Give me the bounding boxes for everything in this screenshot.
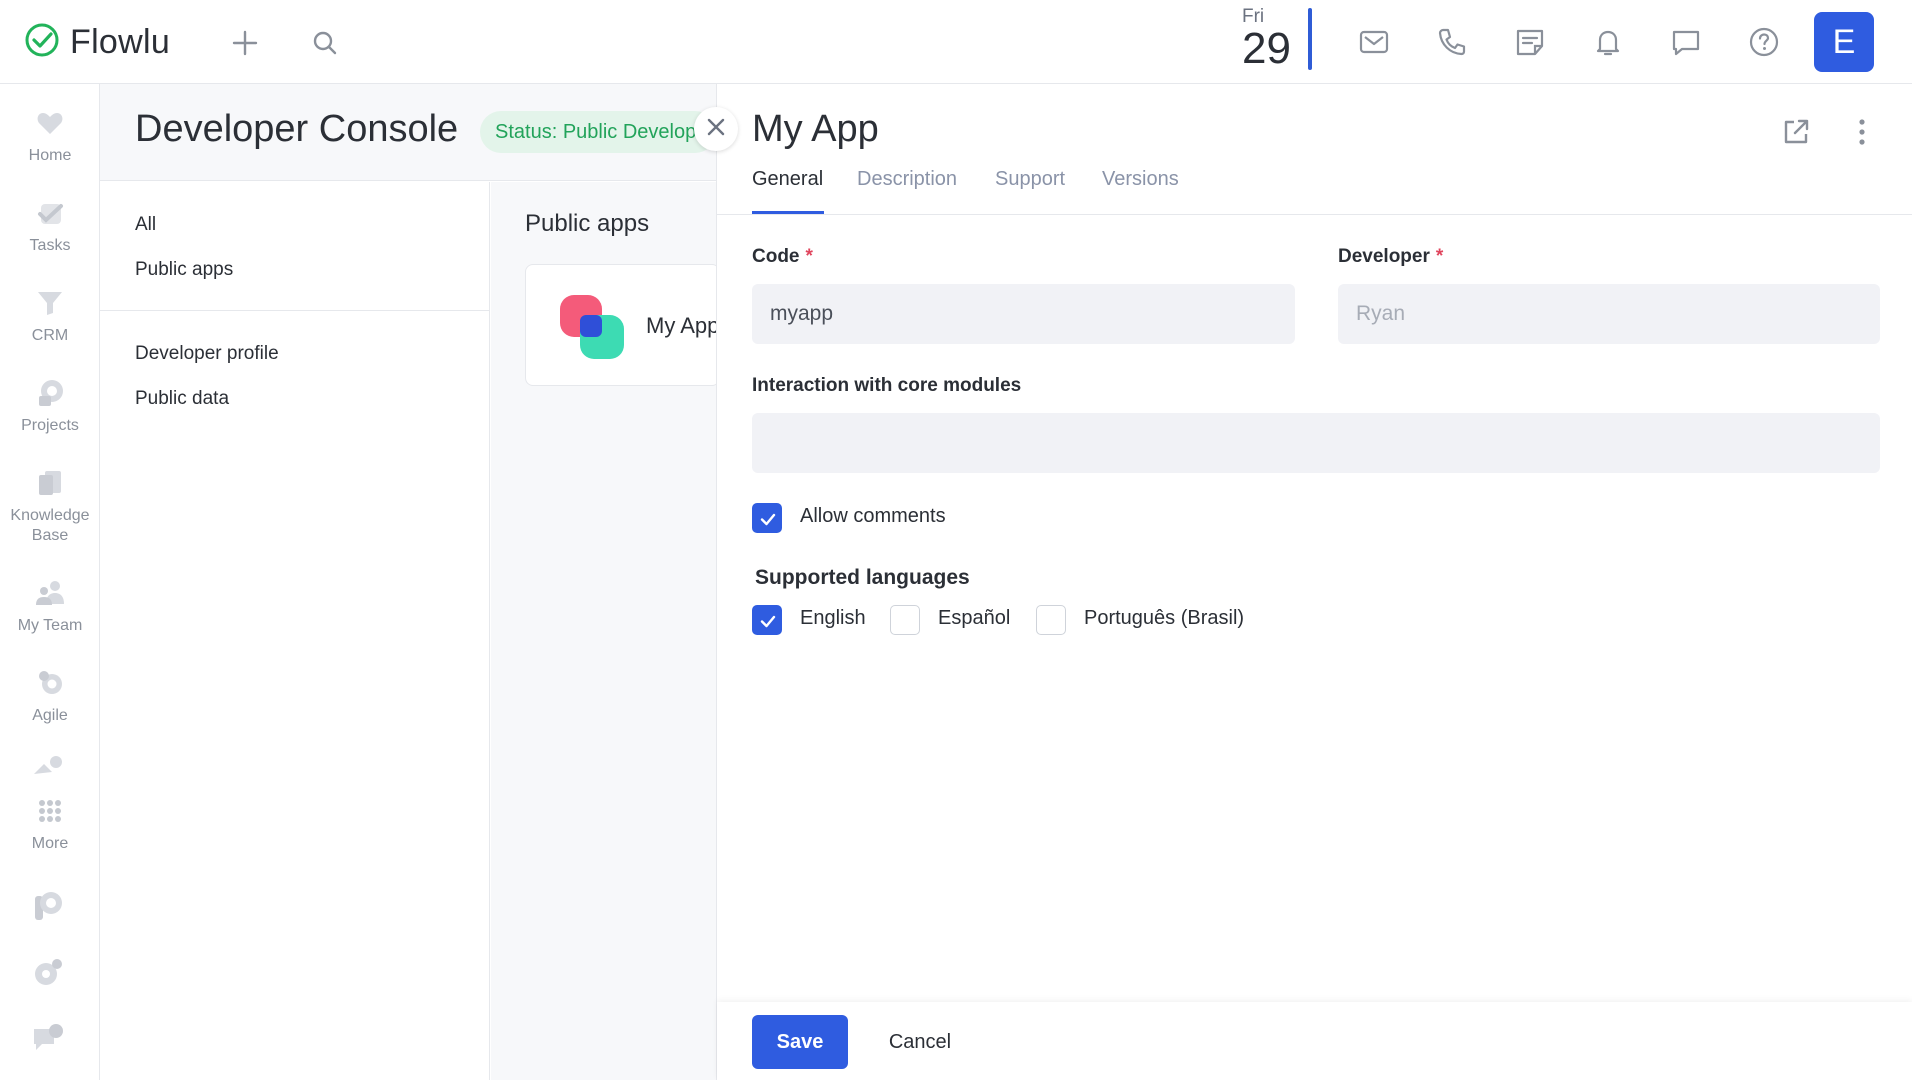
support-chat-icon[interactable] (30, 1019, 66, 1055)
app-card[interactable]: My App (525, 264, 720, 386)
team-icon (33, 576, 67, 610)
app-logo-icon (560, 295, 624, 359)
plus-icon[interactable] (230, 28, 260, 58)
developer-input[interactable] (1338, 284, 1880, 344)
bell-icon[interactable] (1590, 24, 1626, 60)
check-icon (33, 196, 67, 230)
page-title: Developer Console (135, 108, 459, 150)
notes-icon[interactable] (1512, 24, 1548, 60)
mail-icon[interactable] (1356, 24, 1392, 60)
language-english-checkbox[interactable] (752, 605, 782, 635)
close-icon (704, 115, 728, 144)
search-icon[interactable] (310, 28, 340, 58)
menu-divider (100, 310, 490, 311)
sidebar-item-label: My Team (17, 617, 83, 634)
grid-dots-icon (33, 794, 67, 828)
apps-icon[interactable] (32, 754, 66, 776)
sidebar-item-projects[interactable]: Projects (0, 376, 100, 436)
sidebar-item-label: More (31, 835, 69, 852)
checkmark-icon (760, 513, 776, 526)
user-avatar[interactable]: E (1814, 12, 1874, 72)
supported-languages-label: Supported languages (755, 566, 970, 589)
panel-title: My App (752, 108, 879, 150)
left-sidebar: Home Tasks CRM Projects Knowledge Base M… (0, 84, 100, 1080)
console-menu (100, 182, 490, 1080)
menu-link-public-apps[interactable]: Public apps (135, 259, 233, 281)
close-panel-button[interactable] (694, 107, 738, 151)
top-bar: Flowlu Fri 29 E (0, 0, 1912, 84)
tab-versions[interactable]: Versions (1102, 168, 1179, 191)
save-button[interactable]: Save (752, 1015, 848, 1069)
open-external-icon[interactable] (1780, 116, 1812, 148)
code-input[interactable] (752, 284, 1295, 344)
checkmark-icon (760, 615, 776, 628)
projects-icon (33, 376, 67, 410)
language-portugues-label[interactable]: Português (Brasil) (1084, 607, 1244, 630)
cancel-button[interactable]: Cancel (868, 1015, 972, 1069)
interaction-label: Interaction with core modules (752, 375, 1022, 396)
interaction-modules-input[interactable] (752, 413, 1880, 473)
required-mark: * (1435, 246, 1444, 267)
heart-icon (33, 106, 67, 140)
partner-icon[interactable] (30, 888, 66, 924)
sidebar-item-label: Agile (32, 707, 68, 724)
language-portugues-checkbox[interactable] (1036, 605, 1066, 635)
allow-comments-label[interactable]: Allow comments (800, 505, 946, 528)
book-icon (33, 466, 67, 500)
tabs-divider (717, 214, 1912, 215)
phone-icon[interactable] (1434, 24, 1470, 60)
logo-check-icon (24, 22, 60, 63)
sidebar-item-crm[interactable]: CRM (0, 286, 100, 346)
sidebar-item-label: Home (28, 147, 72, 164)
status-badge: Status: Public Developer (480, 111, 716, 153)
date-divider (1308, 8, 1312, 70)
sidebar-item-home[interactable]: Home (0, 106, 100, 166)
code-label-text: Code (752, 246, 800, 267)
app-card-name: My App (646, 313, 720, 338)
more-vertical-icon[interactable] (1850, 116, 1874, 148)
sidebar-item-label: Projects (21, 417, 79, 434)
sidebar-item-more[interactable]: More (0, 794, 100, 854)
required-mark: * (805, 246, 813, 267)
settings-icon[interactable] (30, 954, 66, 990)
agile-icon (33, 666, 67, 700)
developer-label-text: Developer (1338, 246, 1430, 267)
menu-link-developer-profile[interactable]: Developer profile (135, 343, 279, 365)
funnel-icon (33, 286, 67, 320)
sidebar-item-my-team[interactable]: My Team (0, 576, 100, 636)
tab-general[interactable]: General (752, 168, 823, 191)
tab-support[interactable]: Support (995, 168, 1065, 191)
tab-description[interactable]: Description (857, 168, 957, 191)
sidebar-item-agile[interactable]: Agile (0, 666, 100, 726)
menu-link-all[interactable]: All (135, 214, 156, 236)
developer-label: Developer * (1338, 246, 1443, 268)
menu-link-public-data[interactable]: Public data (135, 388, 229, 410)
language-english-label[interactable]: English (800, 607, 866, 630)
sidebar-item-label: Knowledge Base (10, 507, 90, 544)
allow-comments-checkbox[interactable] (752, 503, 782, 533)
language-espanol-checkbox[interactable] (890, 605, 920, 635)
sidebar-item-label: Tasks (29, 237, 71, 254)
sidebar-item-tasks[interactable]: Tasks (0, 196, 100, 256)
app-name: Flowlu (70, 22, 171, 61)
sidebar-item-knowledge-base[interactable]: Knowledge Base (0, 466, 100, 546)
date-number: 29 (1242, 24, 1291, 73)
code-label: Code * (752, 246, 813, 268)
help-icon[interactable] (1746, 24, 1782, 60)
flowlu-logo[interactable]: Flowlu (24, 22, 170, 62)
sidebar-item-label: CRM (31, 327, 69, 344)
language-espanol-label[interactable]: Español (938, 607, 1010, 630)
section-title: Public apps (525, 210, 650, 237)
calendar-date[interactable]: Fri 29 (1242, 6, 1314, 73)
chat-icon[interactable] (1668, 24, 1704, 60)
